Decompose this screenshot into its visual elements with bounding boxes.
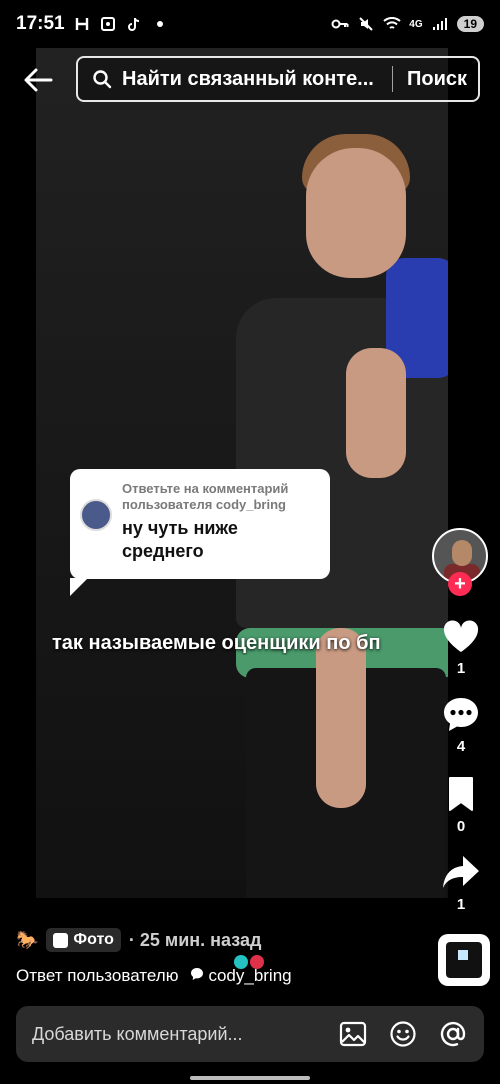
reply-sticker-header: Ответьте на комментарий пользователя cod… xyxy=(122,481,289,512)
share-arrow-icon xyxy=(441,852,481,892)
back-button[interactable] xyxy=(18,62,58,98)
signal-icon xyxy=(431,15,449,33)
post-time: · 25 мин. назад xyxy=(128,929,262,950)
overlay-caption: так называемые оценщики по бп xyxy=(52,632,381,654)
reply-prefix: Ответ пользователю xyxy=(16,966,179,985)
mention-icon[interactable] xyxy=(438,1019,468,1049)
post-meta: 🐎 Фото · 25 мин. назад xyxy=(16,926,261,954)
commenter-avatar xyxy=(80,499,112,531)
save-button[interactable]: 0 xyxy=(432,774,490,835)
reply-username[interactable]: cody_bring xyxy=(208,966,291,986)
follow-plus-icon[interactable]: + xyxy=(448,572,472,596)
comment-count: 4 xyxy=(456,738,466,755)
share-button[interactable]: 1 xyxy=(432,852,490,913)
wifi-icon xyxy=(383,15,401,33)
search-bar[interactable]: Найти связанный конте... Поиск xyxy=(76,56,480,102)
arrow-left-icon xyxy=(24,68,53,92)
speech-bubble-icon xyxy=(190,966,204,986)
screenshot-notification-icon xyxy=(99,15,117,33)
status-time: 17:51 xyxy=(16,13,65,34)
photo-stack-icon xyxy=(53,932,69,948)
search-input[interactable]: Найти связанный конте... xyxy=(122,68,384,91)
status-bar: 17:51 4G 19 xyxy=(0,0,500,48)
more-notifications-dot-icon xyxy=(151,15,169,33)
save-count: 0 xyxy=(456,818,466,835)
top-navigation: Найти связанный конте... Поиск xyxy=(0,52,500,106)
heart-icon xyxy=(441,616,481,656)
author-emoji: 🐎 xyxy=(16,929,39,950)
search-icon xyxy=(92,69,112,89)
image-attach-icon[interactable] xyxy=(338,1019,368,1049)
photo-badge-label: Фото xyxy=(73,931,114,948)
music-cover-icon xyxy=(446,942,482,978)
network-type-label: 4G xyxy=(409,18,423,30)
comment-bubble-icon xyxy=(441,694,481,734)
comment-button[interactable]: 4 xyxy=(432,694,490,755)
home-indicator[interactable] xyxy=(190,1076,310,1080)
reply-sticker-text: ну чуть ниже среднего xyxy=(122,518,238,561)
reply-comment-sticker[interactable]: Ответьте на комментарий пользователя cod… xyxy=(70,469,330,579)
like-count: 1 xyxy=(456,660,466,677)
tiktok-notification-icon xyxy=(125,15,143,33)
like-button[interactable]: 1 xyxy=(432,616,490,677)
bookmark-icon xyxy=(441,774,481,814)
comment-input[interactable]: Добавить комментарий... xyxy=(32,1024,243,1045)
battery-indicator: 19 xyxy=(456,16,484,32)
comment-input-bar[interactable]: Добавить комментарий... xyxy=(16,1006,484,1062)
key-icon xyxy=(331,15,349,33)
music-disc[interactable] xyxy=(438,934,490,986)
reply-info[interactable]: Ответ пользователю cody_bring xyxy=(16,966,292,986)
share-count: 1 xyxy=(456,896,466,913)
search-button[interactable]: Поиск xyxy=(407,68,467,91)
search-divider xyxy=(392,66,393,92)
app-notification-icon xyxy=(73,15,91,33)
photo-badge[interactable]: Фото xyxy=(46,928,121,952)
reply-sticker-tail xyxy=(70,578,88,596)
mute-icon xyxy=(357,15,375,33)
emoji-icon[interactable] xyxy=(388,1019,418,1049)
